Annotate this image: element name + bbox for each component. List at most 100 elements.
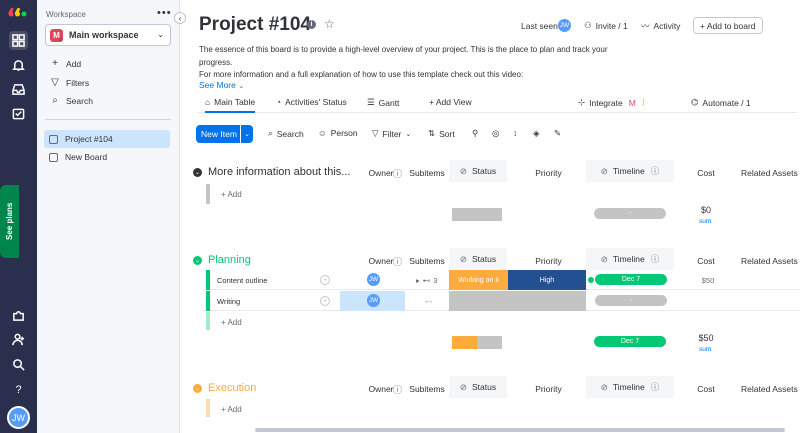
column-cost[interactable]: Cost xyxy=(676,168,736,178)
workspace-label: Workspace xyxy=(46,10,86,19)
bell-icon[interactable] xyxy=(9,56,28,75)
sort-button[interactable]: ⇅ Sort xyxy=(428,128,455,139)
status-cell[interactable]: Working on it xyxy=(449,270,508,290)
column-priority[interactable]: Priority xyxy=(511,384,586,394)
column-status[interactable]: ⊘ Status xyxy=(449,160,507,182)
workspace-more-icon[interactable]: ••• xyxy=(157,7,172,19)
invite-label: Invite / 1 xyxy=(595,20,628,31)
column-priority[interactable]: Priority xyxy=(511,168,586,178)
person-filter-button[interactable]: ☺ Person xyxy=(318,128,358,138)
priority-cell[interactable] xyxy=(508,291,586,311)
collapse-group-icon[interactable]: ⌄ xyxy=(193,167,202,177)
monday-logo[interactable] xyxy=(8,6,28,20)
status-cell[interactable] xyxy=(449,291,508,311)
new-item-button[interactable]: New Item ⌄ xyxy=(196,125,253,143)
inbox-icon[interactable] xyxy=(9,80,28,99)
color-icon[interactable]: ◈ xyxy=(533,128,540,139)
info-icon[interactable]: ⓘ xyxy=(393,383,402,396)
subitems-icon[interactable]: ⊷ xyxy=(425,291,433,311)
owner-avatar[interactable]: JW xyxy=(367,294,380,307)
user-avatar[interactable]: JW xyxy=(7,406,30,429)
scrollbar-thumb[interactable] xyxy=(255,428,785,432)
info-icon[interactable]: ⓘ xyxy=(393,167,402,180)
sidebar-search[interactable]: ⌕ Search xyxy=(49,95,93,106)
filter-button[interactable]: ▽ Filter ⌄ xyxy=(372,128,411,139)
tab-add-view[interactable]: + Add View xyxy=(429,97,472,107)
tab-activities-status[interactable]: ◔ Activities' Status xyxy=(276,97,347,107)
tab-gantt[interactable]: ☰ Gantt xyxy=(367,97,399,108)
pin-icon[interactable]: ⚲ xyxy=(472,128,478,139)
timeline-pill[interactable]: Dec 7 xyxy=(595,274,667,285)
info-icon[interactable]: ⓘ xyxy=(393,255,402,268)
item-name[interactable]: Content outline xyxy=(217,270,267,290)
add-item-row[interactable]: + Add xyxy=(221,190,242,199)
table-row[interactable]: Content outline + JW ▸ ⊷ 3 Working on it H… xyxy=(203,270,800,290)
column-timeline[interactable]: ⊘ Timeline ⓘ xyxy=(586,160,674,182)
integrate-button[interactable]: ⊹ Integrate M ⟩ xyxy=(578,97,645,108)
apps-grid-icon[interactable] xyxy=(9,31,28,50)
chevron-down-icon[interactable]: ⌄ xyxy=(240,125,253,143)
group-title-more-info[interactable]: ⌄ More information about this... xyxy=(193,166,350,178)
column-status[interactable]: ⊘ Status xyxy=(449,376,507,398)
add-update-icon[interactable]: + xyxy=(320,296,330,306)
page-title[interactable]: Project #104 xyxy=(199,14,311,36)
add-item-row[interactable]: + Add xyxy=(221,318,242,327)
puzzle-icon[interactable] xyxy=(9,306,28,325)
add-to-board-button[interactable]: + Add to board xyxy=(693,17,763,34)
format-icon[interactable]: ✎ xyxy=(554,128,561,139)
search-icon[interactable] xyxy=(9,355,28,374)
search-button[interactable]: ⌕ Search xyxy=(268,128,304,139)
column-timeline[interactable]: ⊘ Timeline ⓘ xyxy=(586,248,674,270)
search-icon: ⌕ xyxy=(268,128,273,138)
subitems-cell[interactable]: ▸ ⊷ 3 xyxy=(416,270,437,290)
group-title-execution[interactable]: ⌄ Execution xyxy=(193,382,256,394)
invite-person-icon[interactable] xyxy=(9,330,28,349)
tab-label: Activities' Status xyxy=(285,97,347,107)
horizontal-scrollbar[interactable] xyxy=(185,428,800,433)
collapse-group-icon[interactable]: ⌄ xyxy=(193,383,202,393)
column-cost[interactable]: Cost xyxy=(676,384,736,394)
collapse-group-icon[interactable]: ⌄ xyxy=(193,255,202,265)
column-priority[interactable]: Priority xyxy=(511,256,586,266)
row-height-icon[interactable]: ↕ xyxy=(513,128,517,138)
table-row[interactable]: Writing + JW ⊷ - xyxy=(203,291,800,311)
cost-cell[interactable]: $50 xyxy=(693,270,723,290)
automate-button[interactable]: ⌬ Automate / 1 xyxy=(691,97,751,108)
activity-button[interactable]: 〰 Activity xyxy=(641,17,680,34)
column-subitems[interactable]: Subitems xyxy=(407,256,447,266)
column-related-assets[interactable]: Related Assets xyxy=(741,384,800,394)
star-icon[interactable]: ☆ xyxy=(324,17,335,31)
priority-cell[interactable]: High xyxy=(508,270,586,290)
sidebar-filters[interactable]: ▽ Filters xyxy=(49,77,89,88)
add-update-icon[interactable]: + xyxy=(320,275,330,285)
sidebar-add[interactable]: + Add xyxy=(49,58,81,69)
last-seen-avatar[interactable]: JW xyxy=(558,19,571,32)
column-related-assets[interactable]: Related Assets xyxy=(741,256,800,266)
column-subitems[interactable]: Subitems xyxy=(407,384,447,394)
collapse-sidebar-icon[interactable]: ‹ xyxy=(174,12,186,24)
owner-avatar[interactable]: JW xyxy=(367,273,380,286)
column-status[interactable]: ⊘ Status xyxy=(449,248,507,270)
tab-label: + Add View xyxy=(429,97,472,107)
column-subitems[interactable]: Subitems xyxy=(407,168,447,178)
group-title-planning[interactable]: ⌄ Planning xyxy=(193,254,251,266)
add-item-row[interactable]: + Add xyxy=(221,405,242,414)
timeline-pill[interactable]: - xyxy=(595,295,667,306)
item-name[interactable]: Writing xyxy=(217,291,240,311)
see-plans-button[interactable]: See plans xyxy=(0,185,19,258)
help-icon[interactable]: ? xyxy=(9,380,28,399)
tab-main-table[interactable]: ⌂ Main Table xyxy=(205,97,256,113)
hide-icon[interactable]: ◎ xyxy=(492,128,499,139)
sidebar-item-new-board[interactable]: New Board xyxy=(44,148,170,166)
calendar-check-icon[interactable] xyxy=(9,104,28,123)
see-more-link[interactable]: See More ⌄ xyxy=(199,80,244,90)
column-related-assets[interactable]: Related Assets xyxy=(741,168,800,178)
view-tabs: ⌂ Main Table ◔ Activities' Status ☰ Gantt +… xyxy=(197,93,797,113)
workspace-selector[interactable]: M ⌂ Main workspace ⌄ xyxy=(45,24,171,46)
info-icon[interactable]: i xyxy=(307,20,316,29)
column-timeline[interactable]: ⊘ Timeline ⓘ xyxy=(586,376,674,398)
invite-button[interactable]: ⚇ Invite / 1 xyxy=(584,17,628,34)
sidebar-item-project-104[interactable]: Project #104 xyxy=(44,130,170,148)
column-cost[interactable]: Cost xyxy=(676,256,736,266)
chart-icon: ◔ xyxy=(276,97,282,107)
